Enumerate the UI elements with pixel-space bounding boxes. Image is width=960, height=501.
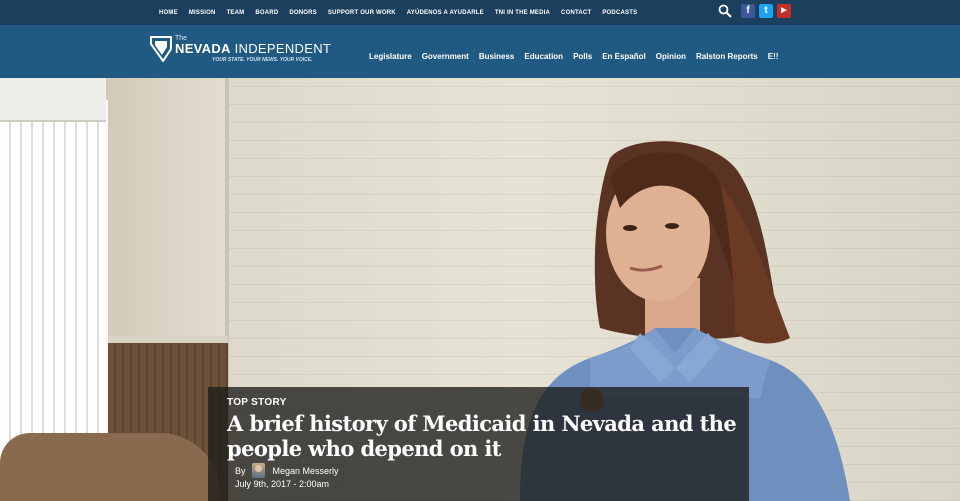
utility-nav-ayudenos[interactable]: AYÚDENOS A AYUDARLE xyxy=(407,10,484,16)
nav-business[interactable]: Business xyxy=(479,52,515,61)
facebook-icon[interactable]: f xyxy=(741,4,755,18)
nav-ralston-reports[interactable]: Ralston Reports xyxy=(696,52,758,61)
utility-nav-board[interactable]: BOARD xyxy=(255,10,278,16)
top-icon-group: f t ▶ xyxy=(718,4,791,18)
nav-opinion[interactable]: Opinion xyxy=(656,52,686,61)
utility-nav-media[interactable]: TNI IN THE MEDIA xyxy=(495,10,550,16)
nav-en-espanol[interactable]: En Español xyxy=(602,52,646,61)
story-kicker: TOP STORY xyxy=(227,397,287,408)
logo-name-bold: NEVADA xyxy=(175,41,231,56)
author-avatar xyxy=(251,463,265,478)
nav-e[interactable]: E!! xyxy=(768,52,779,61)
story-headline[interactable]: A brief history of Medicaid in Nevada an… xyxy=(227,411,742,461)
top-story-card[interactable]: TOP STORY A brief history of Medicaid in… xyxy=(208,387,749,501)
hero-couch xyxy=(0,433,220,501)
utility-nav-podcasts[interactable]: PODCASTS xyxy=(602,10,637,16)
author-name[interactable]: Megan Messerly xyxy=(273,466,339,476)
story-byline: By Megan Messerly xyxy=(235,463,339,478)
top-utility-bar: HOME MISSION TEAM BOARD DONORS SUPPORT O… xyxy=(0,0,960,25)
utility-nav-donors[interactable]: DONORS xyxy=(289,10,317,16)
hero-side-wall xyxy=(92,78,228,348)
nav-legislature[interactable]: Legislature xyxy=(369,52,412,61)
twitter-icon[interactable]: t xyxy=(759,4,773,18)
main-nav: Legislature Government Business Educatio… xyxy=(369,52,788,61)
utility-nav-support[interactable]: SUPPORT OUR WORK xyxy=(328,10,396,16)
logo-name-light: INDEPENDENT xyxy=(230,41,332,56)
hero-valance xyxy=(0,78,106,122)
utility-nav-contact[interactable]: CONTACT xyxy=(561,10,591,16)
utility-nav-team[interactable]: TEAM xyxy=(227,10,245,16)
youtube-icon[interactable]: ▶ xyxy=(777,4,791,18)
logo-tagline: YOUR STATE. YOUR NEWS. YOUR VOICE. xyxy=(212,57,313,63)
utility-nav: HOME MISSION TEAM BOARD DONORS SUPPORT O… xyxy=(159,0,648,25)
byline-prefix: By xyxy=(235,465,246,476)
utility-nav-mission[interactable]: MISSION xyxy=(189,10,216,16)
nevada-logo-icon xyxy=(150,36,172,62)
site-logo[interactable]: The NEVADA INDEPENDENT YOUR STATE. YOUR … xyxy=(150,35,331,68)
site-header: The NEVADA INDEPENDENT YOUR STATE. YOUR … xyxy=(0,25,960,78)
search-icon[interactable] xyxy=(718,4,732,18)
nav-government[interactable]: Government xyxy=(422,52,469,61)
nav-education[interactable]: Education xyxy=(524,52,563,61)
utility-nav-home[interactable]: HOME xyxy=(159,10,178,16)
logo-name: NEVADA INDEPENDENT xyxy=(175,41,331,56)
story-date: July 9th, 2017 - 2:00am xyxy=(235,479,330,489)
hero-image[interactable]: TOP STORY A brief history of Medicaid in… xyxy=(0,78,960,501)
nav-polls[interactable]: Polls xyxy=(573,52,592,61)
